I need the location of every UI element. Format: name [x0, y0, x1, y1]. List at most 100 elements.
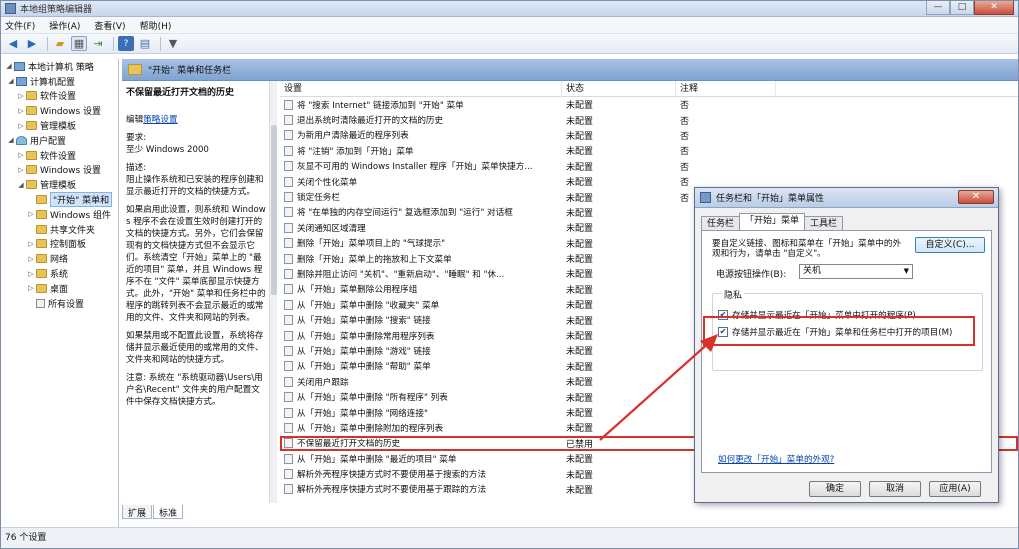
dialog-close-button[interactable]: ✕	[958, 190, 994, 204]
tree-item-desktop[interactable]: ▷ 桌面	[3, 281, 118, 296]
setting-state: 未配置	[566, 208, 594, 219]
setting-state: 未配置	[566, 393, 594, 404]
menu-bar: 文件(F) 操作(A) 查看(V) 帮助(H)	[1, 17, 1018, 34]
folder-icon	[36, 239, 47, 249]
dialog-tabs: 任务栏 「开始」菜单 工具栏	[701, 213, 844, 230]
cancel-button[interactable]: 取消	[869, 481, 921, 497]
setting-state: 未配置	[566, 101, 594, 112]
folder-icon	[36, 283, 47, 293]
menu-action[interactable]: 操作(A)	[49, 19, 80, 32]
tab-standard[interactable]: 标准	[153, 505, 184, 519]
table-row[interactable]: 将 "搜索 Internet" 链接添加到 "开始" 菜单 未配置 否	[280, 97, 1018, 112]
apply-button[interactable]: 应用(A)	[929, 481, 981, 497]
dropdown-arrow-icon: ▼	[903, 267, 909, 275]
window-title: 本地组策略编辑器	[20, 5, 93, 15]
setting-name: 从「开始」菜单中删除 "帮助" 菜单	[297, 362, 431, 373]
tab-start-menu[interactable]: 「开始」菜单	[739, 213, 806, 230]
description-scrollbar[interactable]	[269, 81, 277, 503]
setting-name: 将 "注销" 添加到「开始」菜单	[297, 146, 414, 157]
up-folder-icon[interactable]: ▰	[52, 36, 68, 51]
tree-item-user-software-settings[interactable]: ▷ 软件设置	[3, 148, 118, 163]
tree-item-windows-components[interactable]: ▷ Windows 组件	[3, 207, 118, 222]
setting-name: 将 "搜索 Internet" 链接添加到 "开始" 菜单	[297, 100, 464, 111]
description-text: 描述: 阻止操作系统和已安装的程序创建和显示最近打开的文档的快捷方式。	[126, 163, 264, 197]
edit-policy-link[interactable]: 策略设置	[143, 115, 177, 125]
start-menu-tab-panel: 要自定义链接、图标和菜单在「开始」菜单中的外观和行为，请单击 "自定义"。 自定…	[701, 230, 992, 473]
setting-state: 未配置	[566, 347, 594, 358]
description-para-3: 注意: 系统在 "系统驱动器\Users\用户名\Recent" 文件夹的用户配…	[126, 373, 263, 407]
table-row[interactable]: 为新用户清除最近的程序列表 未配置 否	[280, 128, 1018, 143]
expand-arrow-icon: ▷	[18, 106, 24, 115]
policy-setting-icon	[284, 469, 293, 480]
tree-item-network[interactable]: ▷ 网络	[3, 251, 118, 266]
customize-button[interactable]: 自定义(C)...	[915, 237, 985, 253]
tree-item-start-menu-taskbar[interactable]: "开始" 菜单和	[3, 192, 118, 208]
policy-setting-icon	[284, 268, 293, 279]
table-row[interactable]: 灰显不可用的 Windows Installer 程序「开始」菜单快捷方... 未…	[280, 159, 1018, 174]
tab-taskbar[interactable]: 任务栏	[701, 216, 741, 230]
setting-state: 未配置	[566, 424, 594, 435]
back-icon[interactable]: ◀	[5, 36, 21, 51]
policy-setting-icon	[284, 176, 293, 187]
setting-state: 未配置	[566, 409, 594, 419]
menu-help[interactable]: 帮助(H)	[140, 19, 172, 32]
forward-icon[interactable]: ▶	[24, 36, 40, 51]
menu-view[interactable]: 查看(V)	[94, 19, 125, 32]
tree-item-user-config[interactable]: ◢ 用户配置	[3, 133, 118, 148]
tree-item-root[interactable]: ◢ 本地计算机 策略	[3, 59, 118, 74]
setting-state: 未配置	[566, 362, 594, 373]
setting-state: 未配置	[566, 193, 594, 204]
table-row[interactable]: 退出系统时清除最近打开的文档的历史 未配置 否	[280, 112, 1018, 127]
close-button[interactable]: ✕	[974, 1, 1014, 15]
tree-item-software-settings[interactable]: ▷ 软件设置	[3, 89, 118, 104]
maximize-button[interactable]: □	[950, 1, 974, 15]
description-pane: 不保留最近打开文档的历史 编辑策略设置 要求: 至少 Windows 2000 描…	[122, 81, 272, 503]
policy-setting-icon	[284, 145, 293, 156]
tree-item-windows-settings[interactable]: ▷ Windows 设置	[3, 103, 118, 118]
taskbar-icon	[700, 192, 711, 203]
policy-setting-icon	[284, 284, 293, 295]
tree-item-admin-templates[interactable]: ▷ 管理模板	[3, 118, 118, 133]
tree-item-system[interactable]: ▷ 系统	[3, 266, 118, 281]
tree-item-user-windows-settings[interactable]: ▷ Windows 设置	[3, 163, 118, 178]
show-tree-icon[interactable]: ▦	[71, 36, 87, 51]
tab-toolbars[interactable]: 工具栏	[804, 216, 844, 230]
setting-note: 否	[680, 101, 690, 112]
scroll-thumb[interactable]	[271, 125, 277, 295]
tree-item-control-panel[interactable]: ▷ 控制面板	[3, 237, 118, 252]
policy-setting-icon	[284, 438, 293, 449]
tab-extended[interactable]: 扩展	[122, 505, 153, 519]
dialog-title: 任务栏和「开始」菜单属性	[716, 194, 825, 204]
setting-name: 从「开始」菜单中删除 "网络连接"	[297, 408, 428, 419]
tree-item-user-admin-templates[interactable]: ◢ 管理模板	[3, 177, 118, 192]
policy-setting-icon	[284, 315, 293, 326]
tree-item-all-settings[interactable]: 所有设置	[3, 296, 118, 311]
setting-state: 未配置	[566, 470, 594, 481]
tree-item-computer-config[interactable]: ◢ 计算机配置	[3, 74, 118, 89]
filter-icon[interactable]: ▼	[165, 36, 181, 51]
export-icon[interactable]: ⇥	[90, 36, 106, 51]
table-row[interactable]: 将 "注销" 添加到「开始」菜单 未配置 否	[280, 143, 1018, 158]
menu-file[interactable]: 文件(F)	[5, 19, 35, 32]
minimize-button[interactable]: —	[926, 1, 950, 15]
expand-arrow-icon: ▷	[18, 165, 24, 174]
computer-icon	[16, 76, 27, 86]
setting-state: 未配置	[566, 301, 594, 312]
help-icon[interactable]: ?	[118, 36, 134, 51]
setting-state: 未配置	[566, 255, 594, 266]
tree-item-shared-folders[interactable]: 共享文件夹	[3, 222, 118, 237]
tree-pane: ◢ 本地计算机 策略 ◢ 计算机配置 ▷ 软件设置 ▷ Windows 设置 ▷ 管理模板…	[3, 59, 119, 527]
policy-setting-icon	[284, 238, 293, 249]
column-header-setting[interactable]: 设置	[280, 81, 562, 96]
setting-state: 未配置	[566, 162, 594, 173]
power-button-select[interactable]: 关机 ▼	[799, 264, 913, 279]
ok-button[interactable]: 确定	[809, 481, 861, 497]
column-header-state[interactable]: 状态	[562, 81, 676, 96]
view-icon[interactable]: ▤	[137, 36, 153, 51]
expand-arrow-icon: ▷	[18, 151, 24, 160]
column-header-note[interactable]: 注释	[676, 81, 776, 96]
start-menu-appearance-link[interactable]: 如何更改「开始」菜单的外观?	[718, 453, 834, 465]
policy-setting-icon	[284, 161, 293, 172]
status-bar: 76 个设置	[1, 527, 1018, 548]
folder-icon	[26, 180, 37, 190]
